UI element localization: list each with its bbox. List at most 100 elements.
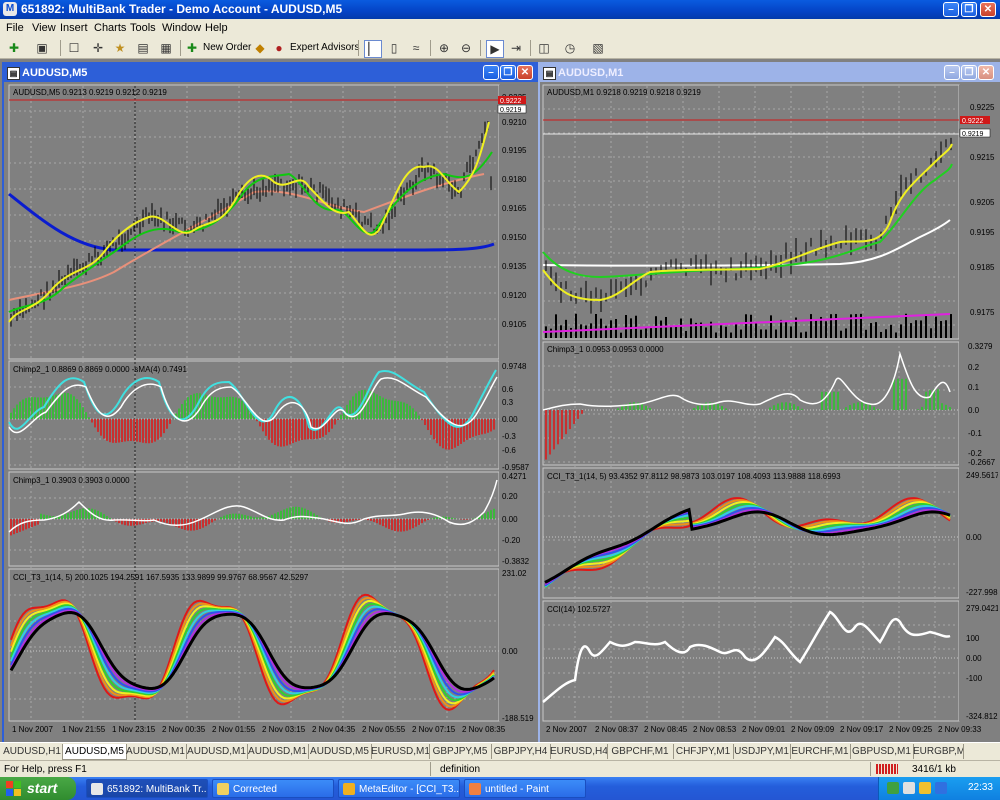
chimp3-axis-label: 0.4271 — [502, 472, 527, 481]
tray-network-icon[interactable] — [887, 782, 899, 794]
chimp3-axis-label: 0.00 — [502, 515, 518, 524]
chart-tab[interactable]: GBPCHF,M1 — [607, 744, 674, 759]
cci-t3-pane-info: CCI_T3_1(14, 5) 93.4352 97.8112 98.9873 … — [547, 472, 841, 481]
chart-tab[interactable]: AUDUSD,M1 — [247, 744, 309, 759]
chart-tab[interactable]: AUDUSD,M5 — [62, 744, 127, 760]
main-pane-info: AUDUSD,M5 0.9213 0.9219 0.9212 0.9219 — [13, 88, 167, 97]
price-axis-label: 0.9150 — [502, 233, 527, 242]
zoom-out-icon[interactable]: ⊖ — [458, 40, 474, 56]
chimp3-axis-label: -0.2667 — [968, 458, 996, 467]
main-pane-info: AUDUSD,M1 0.9218 0.9219 0.9218 0.9219 — [547, 88, 701, 97]
app-title-bar[interactable]: M 651892: MultiBank Trader - Demo Accoun… — [0, 0, 1000, 19]
chart-close-button[interactable]: ✕ — [978, 65, 994, 80]
app-logo-icon: M — [3, 2, 17, 16]
chart-tab[interactable]: USDJPY,M1 — [733, 744, 791, 759]
time-axis-label: 2 Nov 09:33 — [938, 725, 982, 734]
folder-icon — [217, 783, 229, 795]
new-order-button[interactable]: New Order — [203, 42, 251, 53]
price-axis-label: 0.9205 — [970, 198, 995, 207]
status-traffic-text: 3416/1 kb — [912, 764, 956, 775]
auto-scroll-icon[interactable]: ▶ — [486, 40, 504, 58]
cci-axis-label: 0.00 — [502, 647, 518, 656]
menu-tools[interactable]: Tools — [130, 22, 156, 34]
chart-tab[interactable]: GBPJPY,H4 — [491, 744, 551, 759]
chart-tab[interactable]: GBPJPY,M5 — [429, 744, 492, 759]
chart-tab[interactable]: AUDUSD,M1 — [125, 744, 187, 759]
tray-security-icon[interactable] — [919, 782, 931, 794]
price-axis-label: 0.9225 — [970, 103, 995, 112]
menu-insert[interactable]: Insert — [60, 22, 88, 34]
menu-help[interactable]: Help — [205, 22, 228, 34]
chimp2-axis-label: -0.6 — [502, 446, 516, 455]
menu-charts[interactable]: Charts — [94, 22, 126, 34]
system-tray: 22:33 — [878, 777, 1000, 800]
new-order-icon[interactable]: ✚ — [184, 40, 200, 56]
paint-app-icon — [469, 783, 481, 795]
chimp3-axis-label: -0.1 — [968, 429, 982, 438]
price-axis-label: 0.9215 — [970, 153, 995, 162]
navigator-icon[interactable]: ★ — [112, 40, 128, 56]
start-label: start — [27, 780, 58, 796]
bar-chart-icon[interactable]: ▏ — [364, 40, 382, 58]
terminal-icon[interactable]: ▤ — [135, 40, 151, 56]
zoom-in-icon[interactable]: ⊕ — [436, 40, 452, 56]
chart-tab[interactable]: AUDUSD,H1 — [2, 744, 63, 759]
chart-area[interactable]: 0.9225 0.9215 0.9205 0.9195 0.9185 0.9175 0.32… — [540, 82, 1000, 742]
chart-window-title-bar[interactable]: ▤ AUDUSD,M5 – ❐ ✕ — [4, 64, 538, 82]
chart-tab[interactable]: GBPUSD,M1 — [850, 744, 914, 759]
status-bar: For Help, press F1 definition 3416/1 kb — [0, 760, 1000, 777]
chart-maximize-button[interactable]: ❐ — [500, 65, 516, 80]
periods-icon[interactable]: ◷ — [562, 40, 578, 56]
menu-window[interactable]: Window — [162, 22, 201, 34]
chart-tab[interactable]: EURUSD,H4 — [550, 744, 608, 759]
tester-icon[interactable]: ▦ — [158, 40, 174, 56]
audusd-m1-chart-svg[interactable]: 0.9225 0.9215 0.9205 0.9195 0.9185 0.9175 0.32… — [540, 82, 998, 738]
templates-icon[interactable]: ▧ — [590, 40, 606, 56]
chimp3-axis-label: 0.0 — [968, 406, 980, 415]
start-button[interactable]: start — [0, 777, 76, 800]
chart-tab[interactable]: EURCHF,M1 — [790, 744, 851, 759]
cci14-axis-label: -100 — [966, 674, 983, 683]
chart-shift-icon[interactable]: ⇥ — [508, 40, 524, 56]
close-button[interactable]: ✕ — [980, 2, 996, 17]
taskbar-item-paint[interactable]: untitled - Paint — [464, 779, 586, 798]
indicators-icon[interactable]: ◫ — [536, 40, 552, 56]
crosshair-icon[interactable]: ✛ — [90, 40, 106, 56]
audusd-m5-chart-svg[interactable]: 0.92250.92100.91950.91800.91650.91500.91… — [4, 82, 534, 738]
minimize-button[interactable]: – — [943, 2, 959, 17]
chart-tab[interactable]: EURGBP,M — [913, 744, 964, 759]
chart-maximize-button[interactable]: ❐ — [961, 65, 977, 80]
cci-t3-pane-info: CCI_T3_1(14, 5) 200.1025 194.2591 167.59… — [13, 573, 309, 582]
taskbar-item-corrected[interactable]: Corrected — [212, 779, 334, 798]
tray-volume-icon[interactable] — [903, 782, 915, 794]
line-chart-icon[interactable]: ≈ — [408, 40, 424, 56]
taskbar-item-multibank[interactable]: 651892: MultiBank Tr... — [86, 779, 208, 798]
chart-minimize-button[interactable]: – — [483, 65, 499, 80]
chart-area[interactable]: 0.92250.92100.91950.91800.91650.91500.91… — [4, 82, 538, 742]
chart-window-icon: ▤ — [543, 67, 556, 80]
market-watch-icon[interactable]: ☐ — [66, 40, 82, 56]
chart-tab[interactable]: AUDUSD,M1 — [186, 744, 248, 759]
menu-file[interactable]: File — [6, 22, 24, 34]
candlestick-icon[interactable]: ▯ — [386, 40, 402, 56]
tray-app-icon[interactable] — [935, 782, 947, 794]
profiles-icon[interactable]: ▣ — [34, 40, 50, 56]
chart-tab[interactable]: EURUSD,M1 — [371, 744, 430, 759]
taskbar-item-metaeditor[interactable]: MetaEditor - [CCI_T3... — [338, 779, 460, 798]
cci-t3-axis-label: 249.5617 — [966, 471, 998, 480]
menu-view[interactable]: View — [32, 22, 56, 34]
new-chart-icon[interactable]: ✚ — [6, 40, 22, 56]
metaeditor-icon[interactable]: ◆ — [252, 40, 268, 56]
expert-advisors-button[interactable]: Expert Advisors — [290, 42, 359, 53]
chart-tab[interactable]: CHFJPY,M1 — [673, 744, 734, 759]
chart-tab[interactable]: AUDUSD,M5 — [308, 744, 372, 759]
chart-window-audusd-m5[interactable]: ▤ AUDUSD,M5 – ❐ ✕ 0.9210 0.9195 0.9180 0… — [2, 62, 540, 744]
expert-advisors-icon[interactable]: ● — [271, 40, 287, 56]
chart-window-audusd-m1[interactable]: ▤ AUDUSD,M1 – ❐ ✕ 0.9225 0.9215 0.9205 0… — [538, 62, 1000, 744]
chart-minimize-button[interactable]: – — [944, 65, 960, 80]
maximize-button[interactable]: ❐ — [961, 2, 977, 17]
chimp2-axis-label: -0.3 — [502, 432, 516, 441]
chart-window-title-bar[interactable]: ▤ AUDUSD,M1 – ❐ ✕ — [540, 64, 1000, 82]
chart-close-button[interactable]: ✕ — [517, 65, 533, 80]
chart-window-title: AUDUSD,M1 — [558, 67, 624, 79]
